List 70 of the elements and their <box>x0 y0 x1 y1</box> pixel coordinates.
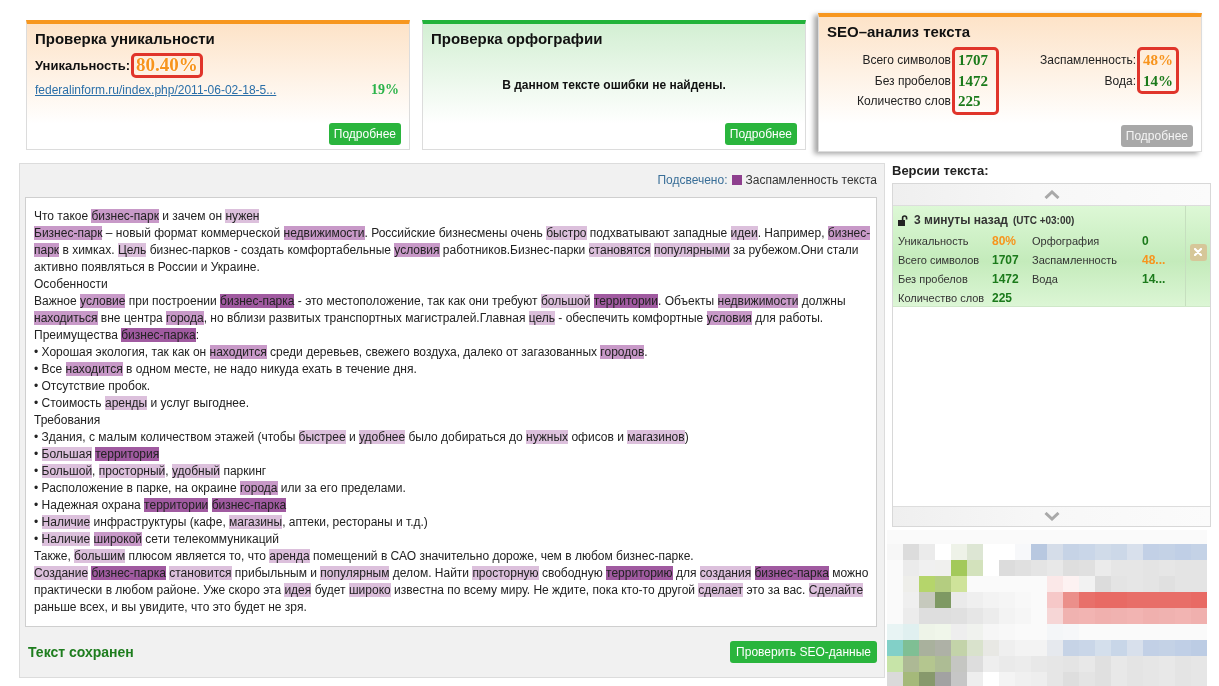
text-line: Преимущества бизнес-парка: <box>34 326 199 344</box>
stat-label: Количество слов <box>856 93 951 110</box>
stat-label: Всего символов <box>861 52 951 69</box>
stat-label: Без пробелов <box>873 72 951 90</box>
text-line: парк в химках. Цель бизнес-парков - создать комфортабельные условия работников.Бизнес-парки становятся популярными за рубежом.Они стали <box>34 241 859 259</box>
version-timezone: (UTC +03:00) <box>1012 214 1075 226</box>
scroll-down-button[interactable] <box>893 506 1210 526</box>
text-line: Что такое бизнес-парк и зачем он нужен <box>34 207 260 225</box>
stat-label: Вода <box>1032 272 1059 287</box>
card-title: Проверка уникальности <box>35 30 216 48</box>
card-title: SEO–анализ текста <box>827 23 972 41</box>
chevron-up-icon <box>1043 190 1060 199</box>
uniqueness-value: 80.40% <box>135 54 198 75</box>
stat-label: Орфография <box>1032 234 1101 249</box>
stat-value: 14... <box>1142 271 1167 288</box>
text-line: • Здания, с малым количеством этажей (чтобы быстрее и удобнее было добираться до нужных офисов и магазинов) <box>34 428 689 446</box>
stat-value: 1472 <box>992 271 1020 288</box>
text-line: • Хорошая экология, так как он находится среди деревьев, свежего воздуха, далеко от загазованных городов. <box>34 343 648 361</box>
text-line: Особенности <box>34 275 108 293</box>
stat-label: Всего символов <box>898 253 981 268</box>
panel-title: Версии текста: <box>892 163 990 180</box>
chevron-down-icon <box>1043 512 1060 521</box>
stat-label: Уникальность <box>898 234 970 249</box>
text-line: активно появляться в России и Украине. <box>34 258 260 276</box>
text-line: • Наличие инфраструктуры (кафе, магазины, аптеки, рестораны и т.д.) <box>34 513 428 531</box>
text-line: • Большой, просторный, удобный паркинг <box>34 462 267 480</box>
text-line: • Отсутствие пробок. <box>34 377 151 395</box>
card-title: Проверка орфографии <box>431 30 604 48</box>
text-line: • Расположение в парке, на окраине города или за его пределами. <box>34 479 406 497</box>
stat-label: Количество слов <box>898 291 986 306</box>
stat-value: 1707 <box>992 252 1020 269</box>
text-line: Создание бизнес-парка становится прибыльным и популярным делом. Найти просторную свободную территорию для создания бизнес-парка можно <box>34 564 869 582</box>
text-line: Также, большим плюсом является то, что аренда помещений в САО значительно дороже, чем в любом бизнес-парке. <box>34 547 694 565</box>
stat-value: 225 <box>958 92 982 111</box>
version-time: 3 минуты назад <box>914 213 1008 227</box>
text-line: Требования <box>34 411 101 429</box>
text-line: • Наличие широкой сети телекоммуникаций <box>34 530 279 548</box>
text-area[interactable] <box>25 196 877 628</box>
stat-label: Без пробелов <box>898 272 969 287</box>
details-button[interactable]: Подробнее <box>328 123 401 145</box>
legend-text: Заспамленность текста <box>745 172 877 187</box>
stat-value: 1707 <box>958 51 989 70</box>
stat-value: 0 <box>1142 233 1150 250</box>
text-line: • Все находится в одном месте, не надо никуда ехать в течение дня. <box>34 360 417 378</box>
save-status: Текст сохранен <box>28 644 134 661</box>
stat-label: Вода: <box>1103 72 1136 90</box>
stat-value: 1472 <box>958 71 989 91</box>
match-percent: 19% <box>371 82 399 98</box>
text-line: • Надежная охрана территории бизнес-парка <box>34 496 287 514</box>
text-line: практически в любом районе. Уже скоро эта идея будет широко известна по всему миру. Не ждите, пока кто-то другой сделает это за вас. Сделайте <box>34 581 864 599</box>
stat-value: 80% <box>992 233 1018 250</box>
text-line: • Стоимость аренды и услуг выгоднее. <box>34 394 250 412</box>
check-seo-button[interactable]: Проверить SEO-данные <box>730 641 877 664</box>
stat-label: Заспамленность: <box>1038 52 1136 69</box>
legend-label: Подсвечено: <box>657 172 728 187</box>
text-line: раньше всех, и вы увидите, что это будет не зря. <box>34 598 307 616</box>
version-item[interactable]: 3 минуты назад (UTC +03:00) Уникальность 80% Орфография 0 Всего символов 1707 Заспамленность 48... Без пробелов 1472 Вода 14... Количество слов 225 <box>893 206 1210 307</box>
details-button[interactable]: Подробнее <box>724 123 797 145</box>
stat-value: 48% <box>1143 51 1173 70</box>
stat-value: 225 <box>992 290 1014 307</box>
delete-button[interactable] <box>1189 243 1207 261</box>
uniqueness-label: Уникальность: <box>35 58 130 73</box>
result-message: В данном тексте ошибки не найдены. <box>501 78 727 92</box>
source-link[interactable]: federalinform.ru/index.php/2011-06-02-18-5... <box>35 83 277 97</box>
scroll-up-button[interactable] <box>893 184 1210 206</box>
text-line: • Большая территория <box>34 445 160 463</box>
stat-value: 48... <box>1142 252 1167 269</box>
close-icon <box>1194 248 1202 256</box>
stat-label: Заспамленность <box>1032 253 1118 268</box>
stat-value: 14% <box>1143 71 1173 91</box>
